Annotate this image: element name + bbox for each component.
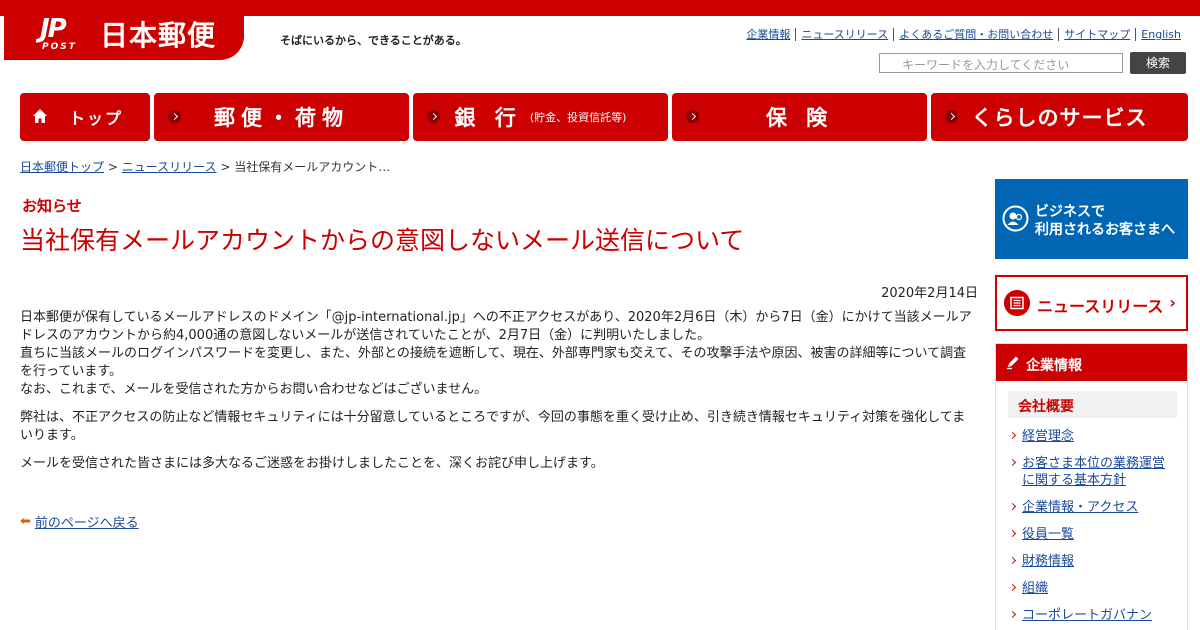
article-paragraph-5: メールを受信された皆さまには多大なるご迷惑をお掛けしましたことを、深くお詫び申し… — [20, 456, 604, 471]
corp-link-governance[interactable]: コーポレートガバナン — [1022, 608, 1152, 623]
pen-icon — [1007, 356, 1019, 370]
arrow-left-icon: ⬅ — [20, 514, 31, 529]
nav-insurance[interactable]: 保 険 — [672, 93, 927, 141]
news-release-button[interactable]: ニュースリリース › — [995, 275, 1188, 331]
article-paragraph-3: なお、これまで、メールを受信された方からお問い合わせなどはございません。 — [20, 382, 488, 397]
list-item: コーポレートガバナン — [1010, 607, 1175, 624]
article-paragraph-1: 日本郵便が保有しているメールアドレスのドメイン「@jp-internationa… — [20, 310, 972, 343]
notice-label: お知らせ — [22, 197, 82, 215]
corp-link-customer-first[interactable]: お客さま本位の業務運営に関する基本方針 — [1022, 456, 1165, 488]
back-link[interactable]: 前のページへ戻る — [35, 512, 139, 531]
company-overview-heading: 会社概要 — [1008, 391, 1177, 418]
nav-bank-label: 銀 行 — [454, 106, 522, 130]
link-english[interactable]: English — [1135, 28, 1186, 41]
logo-post-text: POST — [42, 42, 77, 52]
logo-text: 日本郵便 — [100, 19, 217, 52]
nav-insurance-label: 保 険 — [765, 106, 834, 130]
page-title: 当社保有メールアカウントからの意図しないメール送信について — [20, 226, 745, 255]
link-news-release[interactable]: ニュースリリース — [795, 28, 893, 41]
nav-bank[interactable]: 銀 行 (貯金、投資信託等) — [413, 93, 668, 141]
corp-link-officers[interactable]: 役員一覧 — [1022, 527, 1074, 542]
link-faq-contact[interactable]: よくあるご質問・お問い合わせ — [893, 28, 1058, 41]
article-paragraph-4: 弊社は、不正アクセスの防止など情報セキュリティには十分留意しているところですが、… — [20, 410, 966, 443]
list-item: 組織 — [1010, 580, 1175, 597]
corporate-info-panel: 企業情報 会社概要 経営理念 お客さま本位の業務運営に関する基本方針 企業情報・… — [995, 343, 1188, 630]
breadcrumb-separator: > — [107, 160, 118, 174]
nav-top[interactable]: トップ — [20, 93, 150, 141]
nav-bank-sub: (貯金、投資信託等) — [529, 111, 627, 124]
article-paragraph: 日本郵便が保有しているメールアドレスのドメイン「@jp-internationa… — [20, 309, 975, 399]
jp-post-logo-icon: JP POST — [40, 14, 92, 52]
list-item: お客さま本位の業務運営に関する基本方針 — [1010, 455, 1175, 489]
list-icon — [1004, 290, 1030, 316]
corporate-info-header[interactable]: 企業情報 — [996, 344, 1187, 381]
corp-link-financial[interactable]: 財務情報 — [1022, 554, 1074, 569]
list-item: 財務情報 — [1010, 553, 1175, 570]
nav-mail-parcel[interactable]: 郵便・荷物 — [154, 93, 409, 141]
business-banner-line2: 利用されるお客さまへ — [1035, 222, 1175, 238]
logo-tab[interactable]: JP POST 日本郵便 — [4, 0, 244, 60]
breadcrumb-home[interactable]: 日本郵便トップ — [20, 160, 104, 174]
utility-links: 企業情報 ニュースリリース よくあるご質問・お問い合わせ サイトマップ Engl… — [741, 28, 1186, 41]
article-paragraph-2: 直ちに当該メールのログインパスワードを変更し、また、外部との接続を遮断して、現在… — [20, 346, 967, 379]
corp-link-organization[interactable]: 組織 — [1022, 581, 1048, 596]
chevron-right-icon: › — [1169, 293, 1176, 312]
breadcrumb-news[interactable]: ニュースリリース — [122, 160, 217, 174]
nav-living-services[interactable]: くらしのサービス — [931, 93, 1188, 141]
chevron-right-icon — [686, 110, 699, 123]
corp-link-access[interactable]: 企業情報・アクセス — [1022, 500, 1138, 515]
nav-living-services-label: くらしのサービス — [971, 106, 1148, 130]
chevron-right-icon — [168, 110, 181, 123]
corporate-info-title: 企業情報 — [1026, 358, 1082, 374]
list-item: 経営理念 — [1010, 428, 1175, 445]
back-link-row: ⬅ 前のページへ戻る — [20, 512, 139, 531]
breadcrumb: 日本郵便トップ > ニュースリリース > 当社保有メールアカウント… — [20, 158, 390, 175]
business-customers-banner[interactable]: ビジネスで 利用されるお客さまへ — [995, 179, 1188, 259]
chevron-right-icon — [945, 110, 958, 123]
global-nav: トップ 郵便・荷物 銀 行 (貯金、投資信託等) 保 険 くらしのサービス — [20, 93, 1188, 141]
business-banner-line1: ビジネスで — [1035, 204, 1105, 220]
breadcrumb-separator: > — [220, 160, 231, 174]
article-body: 日本郵便が保有しているメールアドレスのドメイン「@jp-internationa… — [20, 309, 975, 483]
corp-link-philosophy[interactable]: 経営理念 — [1022, 429, 1074, 444]
search-input[interactable]: キーワードを入力してください — [879, 53, 1123, 73]
logo-mark-text: JP — [40, 14, 67, 44]
home-icon — [33, 109, 47, 123]
news-release-label: ニュースリリース — [1037, 297, 1164, 316]
chevron-right-icon — [427, 110, 440, 123]
breadcrumb-current: 当社保有メールアカウント… — [234, 160, 391, 174]
user-circle-icon — [1002, 205, 1029, 232]
link-sitemap[interactable]: サイトマップ — [1058, 28, 1135, 41]
nav-mail-parcel-label: 郵便・荷物 — [214, 106, 349, 130]
search-button[interactable]: 検索 — [1130, 52, 1186, 74]
link-corporate-info[interactable]: 企業情報 — [741, 28, 795, 41]
publish-date: 2020年2月14日 — [881, 286, 978, 301]
nav-top-label: トップ — [68, 109, 123, 128]
list-item: 役員一覧 — [1010, 526, 1175, 543]
tagline: そばにいるから、できることがある。 — [280, 34, 467, 47]
list-item: 企業情報・アクセス — [1010, 499, 1175, 516]
corporate-links: 経営理念 お客さま本位の業務運営に関する基本方針 企業情報・アクセス 役員一覧 … — [1010, 428, 1187, 624]
